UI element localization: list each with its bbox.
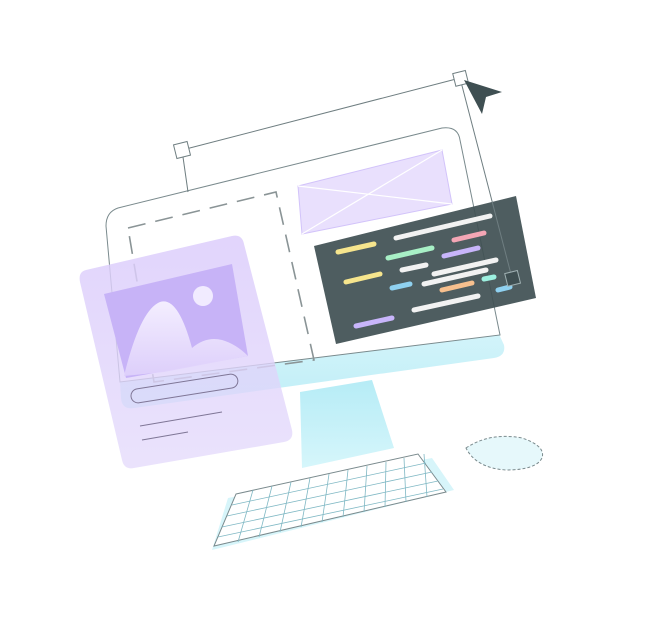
- code-line: [481, 274, 497, 282]
- selection-handle-icon: [504, 269, 522, 287]
- mouse: [465, 435, 544, 471]
- desktop-computer: [79, 69, 544, 550]
- monitor-stand: [300, 380, 394, 468]
- arrow-cursor-icon: [464, 80, 502, 114]
- code-line: [495, 284, 513, 293]
- sun-circle: [193, 286, 213, 306]
- illustration-canvas: [79, 69, 544, 550]
- keyboard: [212, 453, 454, 550]
- selection-handle-icon: [172, 140, 192, 160]
